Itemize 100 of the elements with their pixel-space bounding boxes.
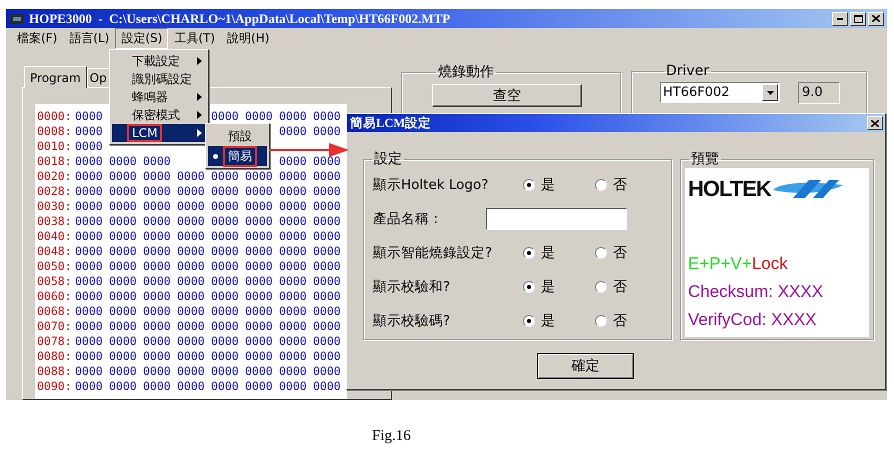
radio-option[interactable]: 否	[595, 312, 667, 330]
hex-value: 0000	[279, 244, 308, 259]
radio-button[interactable]	[595, 179, 607, 191]
hex-value: 0000	[245, 304, 274, 319]
hex-value: 0000	[313, 379, 342, 394]
hex-value: 0000	[313, 229, 342, 244]
hex-value: 0000	[75, 364, 104, 379]
hex-value: 0000	[177, 199, 206, 214]
hex-value: 0000	[211, 379, 240, 394]
hex-value: 0000	[75, 289, 104, 304]
radio-option[interactable]: 是	[523, 244, 595, 262]
close-button[interactable]	[867, 116, 883, 130]
hex-value: 0000	[211, 334, 240, 349]
hex-value: 0000	[211, 364, 240, 379]
setting-label: 顯示智能燒錄設定?	[373, 244, 494, 262]
hex-value: 0000	[75, 139, 104, 154]
menu-bar-item[interactable]: 檔案(F)	[11, 28, 64, 49]
radio-button[interactable]	[523, 281, 535, 293]
radio-option[interactable]: 否	[595, 176, 667, 194]
option-label: 是	[541, 244, 555, 262]
close-icon	[872, 15, 880, 22]
radio-option[interactable]: 否	[595, 244, 667, 262]
hex-value: 0000	[211, 289, 240, 304]
hex-value: 0000	[279, 319, 308, 334]
address-label: 0060:	[37, 289, 73, 304]
hex-value: 0000	[313, 124, 342, 139]
product-name-field[interactable]	[486, 208, 627, 230]
dropdown-button[interactable]	[762, 84, 778, 101]
hex-value: 0000	[279, 274, 308, 289]
close-button[interactable]	[868, 12, 884, 26]
hex-value: 0000	[75, 304, 104, 319]
menu-item[interactable]: 預設	[208, 126, 267, 146]
hex-value: 0000	[109, 214, 138, 229]
hex-value: 0000	[211, 244, 240, 259]
hex-value: 0000	[75, 229, 104, 244]
menu-item[interactable]: LCM	[112, 124, 206, 142]
hex-value: 0000	[109, 349, 138, 364]
setting-label: 顯示Holtek Logo?	[373, 176, 490, 194]
close-icon	[871, 120, 879, 126]
window-title: HOPE3000 - C:\Users\CHARLO~1\AppData\Local\Temp\HT66F002.MTP	[29, 10, 450, 26]
radio-button[interactable]	[595, 247, 607, 259]
hex-value: 0000	[279, 124, 308, 139]
menu-bar-item[interactable]: 設定(S)	[115, 28, 168, 49]
tab[interactable]: Op	[86, 68, 110, 87]
group-title: 設定	[373, 150, 403, 168]
address-label: 0010:	[37, 139, 73, 154]
caret-icon	[766, 90, 774, 94]
minimize-button[interactable]	[832, 12, 848, 26]
tab[interactable]: Program	[24, 66, 87, 88]
preview-text: VerifyCod: XXXX	[688, 309, 818, 331]
radio-option[interactable]: 是	[523, 176, 595, 194]
hex-value: 0000	[143, 244, 172, 259]
menu-item[interactable]: 下載設定	[112, 52, 206, 70]
hex-value: 0000	[279, 364, 308, 379]
radio-button[interactable]	[595, 315, 607, 327]
hex-value: 0000	[75, 154, 104, 169]
address-label: 0068:	[37, 304, 73, 319]
hex-value: 0000	[109, 334, 138, 349]
hex-value: 0000	[75, 274, 104, 289]
radio-option[interactable]: 是	[523, 278, 595, 296]
hex-value: 0000	[75, 184, 104, 199]
hex-value: 0000	[313, 259, 342, 274]
menu-bar-item[interactable]: 語言(L)	[63, 28, 116, 49]
menu-bar-item[interactable]: 工具(T)	[168, 28, 222, 49]
menu-item[interactable]: 識別碼設定	[112, 70, 206, 88]
radio-option[interactable]: 否	[595, 278, 667, 296]
hex-value: 0000	[177, 274, 206, 289]
hex-value: 0000	[313, 304, 342, 319]
hex-value: 0000	[279, 229, 308, 244]
hex-value: 0000	[75, 244, 104, 259]
hex-value: 0000	[313, 319, 342, 334]
device-select[interactable]: HT66F002	[660, 82, 780, 103]
hex-value: 0000	[245, 289, 274, 304]
blank-check-button[interactable]: 查空	[432, 84, 582, 107]
address-label: 0078:	[37, 334, 73, 349]
address-label: 0070:	[37, 319, 73, 334]
hex-value: 0000	[143, 379, 172, 394]
address-label: 0080:	[37, 349, 73, 364]
radio-button[interactable]	[595, 281, 607, 293]
hex-value: 0000	[211, 259, 240, 274]
maximize-button[interactable]	[850, 12, 866, 26]
hex-value: 0000	[177, 289, 206, 304]
ok-button[interactable]: 確定	[537, 353, 634, 379]
menu-item[interactable]: 簡易	[208, 146, 267, 166]
option-label: 否	[613, 278, 627, 296]
menu-item[interactable]: 蜂鳴器	[112, 88, 206, 106]
app-icon	[9, 12, 25, 26]
hex-value: 0000	[245, 379, 274, 394]
radio-button[interactable]	[523, 179, 535, 191]
menu-item[interactable]: 保密模式	[112, 106, 206, 124]
hex-value: 0000	[279, 199, 308, 214]
hex-value: 0000	[109, 319, 138, 334]
radio-button[interactable]	[523, 247, 535, 259]
menu-bar-item[interactable]: 說明(H)	[221, 28, 276, 49]
hex-value: 0000	[245, 184, 274, 199]
dialog-title: 簡易LCM設定	[350, 114, 432, 132]
address-label: 0018:	[37, 154, 73, 169]
radio-button[interactable]	[523, 315, 535, 327]
radio-option[interactable]: 是	[523, 312, 595, 330]
hex-value: 0000	[211, 169, 240, 184]
